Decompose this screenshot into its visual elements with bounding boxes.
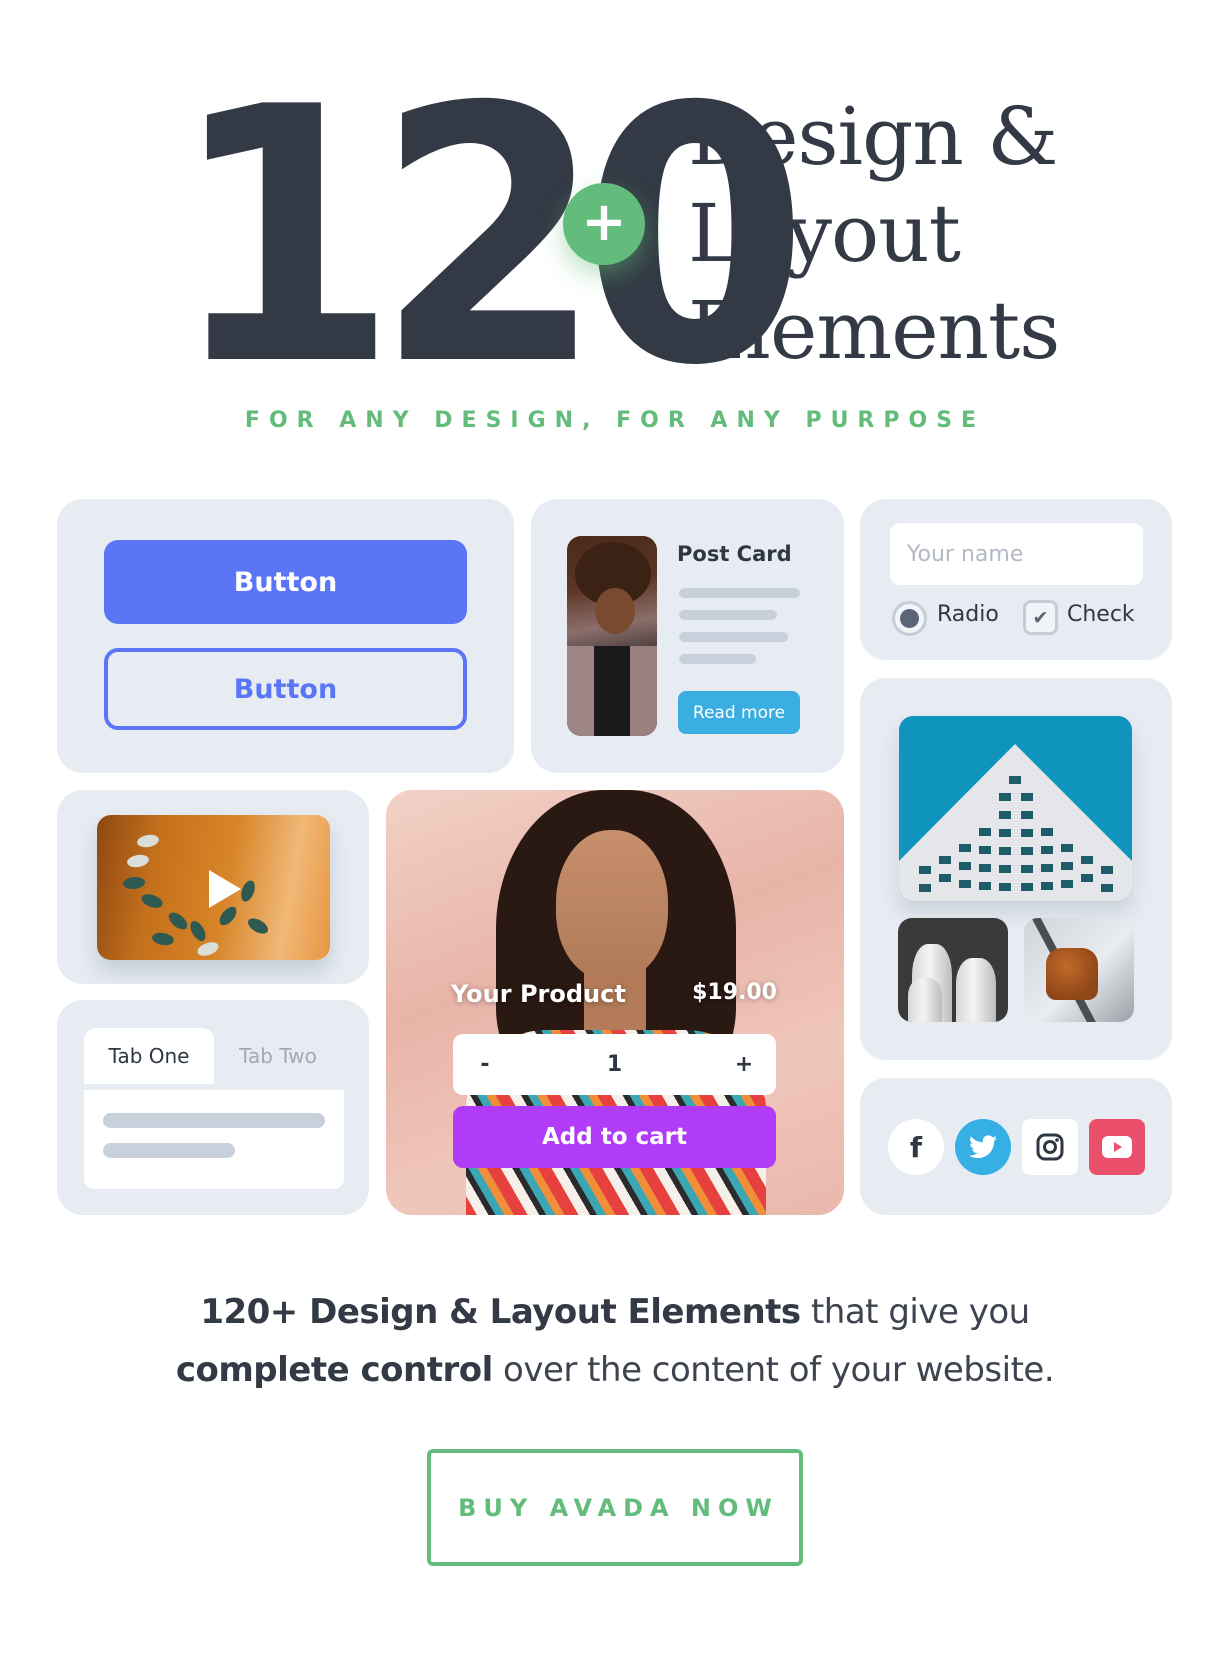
read-more-button[interactable]: Read more — [678, 691, 800, 734]
social-card: f — [860, 1078, 1172, 1215]
text-placeholder-line — [679, 610, 777, 620]
hero-heading: Design & Layout Elements — [688, 88, 1060, 379]
tab-panel — [84, 1090, 344, 1189]
decrease-quantity-button[interactable]: - — [475, 1034, 495, 1095]
lead-bold-2: complete control — [175, 1350, 493, 1390]
text-placeholder-line — [103, 1143, 235, 1158]
checkbox[interactable]: ✔ — [1023, 600, 1058, 635]
outline-button[interactable]: Button — [104, 648, 467, 730]
instagram-icon[interactable] — [1022, 1119, 1078, 1175]
radio-label: Radio — [937, 602, 999, 627]
post-image — [567, 536, 657, 736]
quantity-value[interactable]: 1 — [453, 1034, 776, 1095]
product-name: Your Product — [451, 980, 626, 1008]
lead-bold-1: 120+ Design & Layout Elements — [200, 1292, 801, 1332]
product-card: Your Product $19.00 1 - + Add to cart — [386, 790, 844, 1215]
product-price: $19.00 — [692, 980, 777, 1005]
video-thumbnail[interactable] — [97, 815, 330, 960]
radio-dot — [900, 609, 919, 628]
tabs-card: Tab One Tab Two — [57, 1000, 369, 1215]
buttons-card: Button Button — [57, 499, 514, 773]
twitter-icon[interactable] — [955, 1119, 1011, 1175]
hero-word-line: Elements — [688, 284, 1060, 377]
checkbox-label: Check — [1067, 602, 1135, 627]
lead-text-1: that give you — [800, 1292, 1030, 1332]
chair-image — [1024, 918, 1134, 1022]
post-title: Post Card — [677, 542, 792, 566]
building-illustration — [899, 744, 1132, 901]
increase-quantity-button[interactable]: + — [734, 1034, 754, 1095]
buy-now-button[interactable]: BUY AVADA NOW — [427, 1449, 803, 1566]
text-placeholder-line — [103, 1113, 325, 1128]
vases-image — [898, 918, 1008, 1022]
gallery-card — [860, 678, 1172, 1060]
name-input[interactable] — [890, 523, 1143, 585]
building-image — [899, 716, 1132, 901]
primary-button[interactable]: Button — [104, 540, 467, 624]
hero-word-line: Layout — [688, 187, 961, 280]
quantity-stepper: 1 - + — [453, 1034, 776, 1095]
video-card — [57, 790, 369, 984]
facebook-icon[interactable]: f — [888, 1119, 944, 1175]
radio-button[interactable] — [892, 601, 927, 636]
tab-two[interactable]: Tab Two — [214, 1028, 342, 1084]
youtube-icon[interactable] — [1089, 1119, 1145, 1175]
play-icon[interactable] — [209, 870, 241, 908]
post-card: Post Card Read more — [531, 499, 844, 773]
hero-word-line: Design & — [688, 90, 1059, 183]
plus-badge: + — [563, 183, 645, 265]
lead-text-2: over the content of your website. — [492, 1350, 1055, 1390]
plus-icon: + — [581, 190, 627, 253]
text-placeholder-line — [679, 654, 756, 664]
tab-one[interactable]: Tab One — [84, 1028, 214, 1084]
text-placeholder-line — [679, 588, 800, 598]
tagline: FOR ANY DESIGN, FOR ANY PURPOSE — [244, 408, 986, 433]
add-to-cart-button[interactable]: Add to cart — [453, 1106, 776, 1168]
form-card: Radio ✔ Check — [860, 499, 1172, 660]
lead-paragraph: 120+ Design & Layout Elements that give … — [0, 1283, 1230, 1399]
checkmark-icon: ✔ — [1032, 606, 1049, 629]
text-placeholder-line — [679, 632, 788, 642]
